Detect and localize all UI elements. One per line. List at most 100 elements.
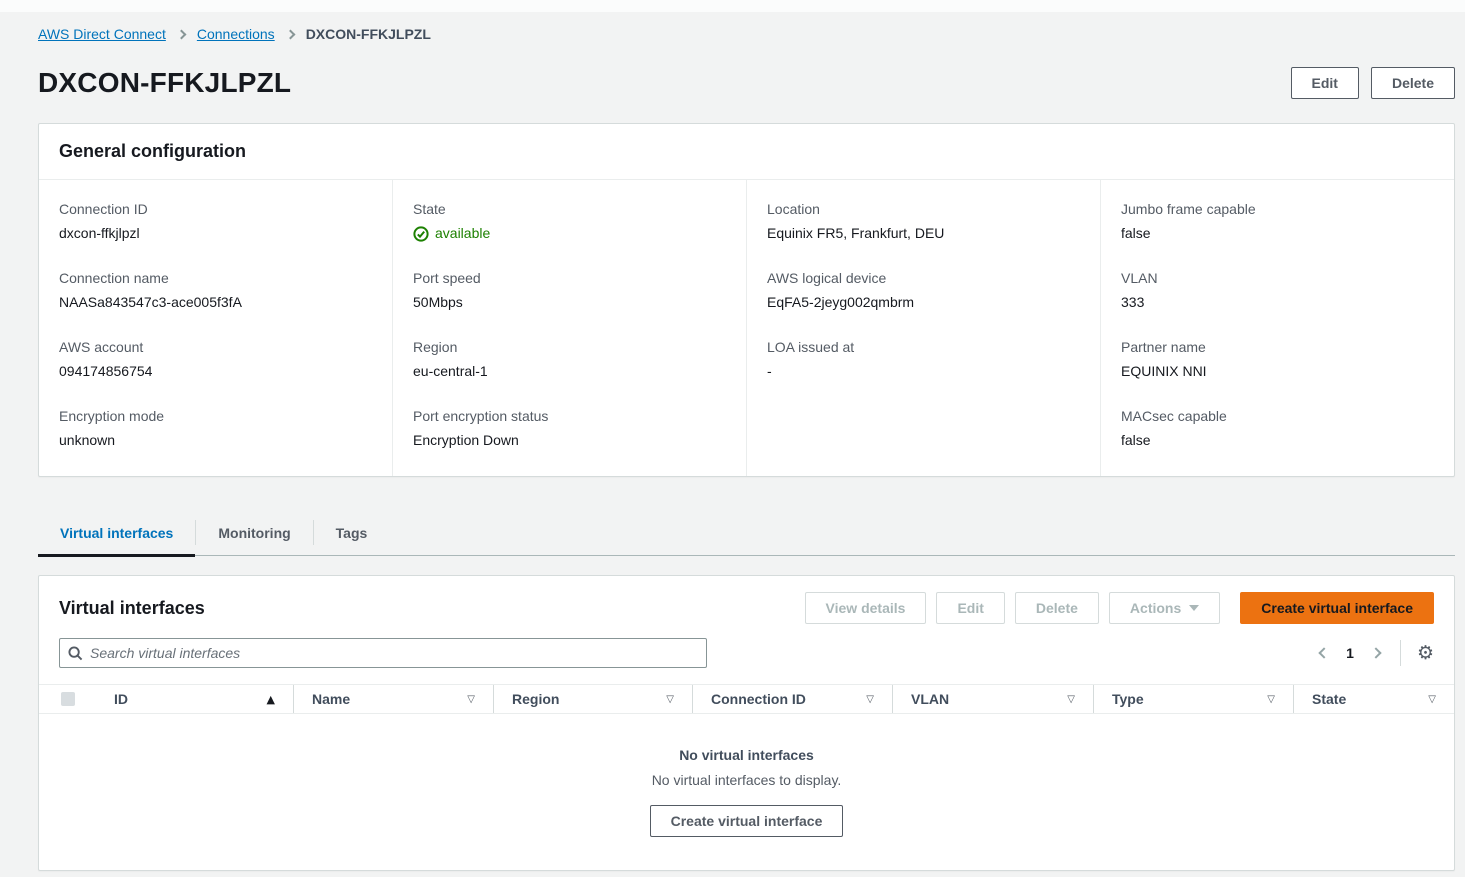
field-label: Jumbo frame capable [1121, 200, 1434, 219]
search-icon [68, 646, 83, 661]
field-label: VLAN [1121, 269, 1434, 288]
field-value: EqFA5-2jeyg002qmbrm [767, 293, 1080, 312]
field-label: MACsec capable [1121, 407, 1434, 426]
field-label: Port encryption status [413, 407, 726, 426]
field-label: Connection ID [59, 200, 372, 219]
search-input[interactable] [90, 645, 698, 661]
column-label: ID [114, 691, 128, 707]
field-value: unknown [59, 431, 372, 450]
field-value: 50Mbps [413, 293, 726, 312]
field-macsec-capable: MACsec capable false [1121, 407, 1434, 450]
empty-state-message: No virtual interfaces to display. [39, 772, 1454, 788]
field-label: Partner name [1121, 338, 1434, 357]
field-label: Location [767, 200, 1080, 219]
pagination: 1 ⚙ [1316, 640, 1434, 666]
edit-vif-button[interactable]: Edit [936, 592, 1004, 624]
virtual-interfaces-title: Virtual interfaces [59, 598, 205, 619]
previous-page-button[interactable] [1316, 645, 1332, 661]
breadcrumb-separator-icon [176, 29, 186, 39]
column-label: Connection ID [711, 691, 806, 707]
field-port-encryption-status: Port encryption status Encryption Down [413, 407, 726, 450]
field-value: false [1121, 431, 1434, 450]
view-details-button[interactable]: View details [805, 592, 927, 624]
sort-icon: ▽ [1267, 694, 1275, 705]
empty-create-virtual-interface-button[interactable]: Create virtual interface [650, 805, 844, 837]
field-connection-name: Connection name NAASa843547c3-ace005f3fA [59, 269, 372, 312]
delete-connection-button[interactable]: Delete [1371, 67, 1455, 99]
create-virtual-interface-button[interactable]: Create virtual interface [1240, 592, 1434, 624]
tab-monitoring[interactable]: Monitoring [196, 510, 312, 555]
delete-vif-button[interactable]: Delete [1015, 592, 1099, 624]
tab-tags[interactable]: Tags [314, 510, 390, 555]
field-value: 333 [1121, 293, 1434, 312]
breadcrumb-connections[interactable]: Connections [197, 26, 275, 42]
field-value: EQUINIX NNI [1121, 362, 1434, 381]
column-header-name[interactable]: Name ▽ [293, 685, 493, 713]
tab-bar: Virtual interfaces Monitoring Tags [38, 510, 1455, 556]
field-label: LOA issued at [767, 338, 1080, 357]
sort-icon: ▽ [467, 694, 475, 705]
column-header-vlan[interactable]: VLAN ▽ [892, 685, 1093, 713]
next-page-button[interactable] [1368, 645, 1384, 661]
select-all-checkbox[interactable] [39, 685, 96, 713]
state-value: available [435, 224, 490, 243]
field-label: Port speed [413, 269, 726, 288]
field-value: Equinix FR5, Frankfurt, DEU [767, 224, 1080, 243]
column-header-state[interactable]: State ▽ [1293, 685, 1454, 713]
actions-label: Actions [1130, 600, 1181, 616]
breadcrumb-aws-direct-connect[interactable]: AWS Direct Connect [38, 26, 166, 42]
tab-virtual-interfaces[interactable]: Virtual interfaces [38, 510, 195, 555]
empty-state-title: No virtual interfaces [39, 747, 1454, 763]
column-header-id[interactable]: ID ▲ [96, 685, 293, 713]
table-header-row: ID ▲ Name ▽ Region ▽ Connection ID ▽ VLA… [39, 684, 1454, 714]
column-label: Region [512, 691, 559, 707]
sort-icon: ▽ [666, 694, 674, 705]
field-label: Encryption mode [59, 407, 372, 426]
column-header-region[interactable]: Region ▽ [493, 685, 692, 713]
field-connection-id: Connection ID dxcon-ffkjlpzl [59, 200, 372, 243]
edit-connection-button[interactable]: Edit [1291, 67, 1359, 99]
breadcrumb: AWS Direct Connect Connections DXCON-FFK… [38, 23, 1455, 45]
virtual-interfaces-panel: Virtual interfaces View details Edit Del… [38, 575, 1455, 871]
field-aws-account: AWS account 094174856754 [59, 338, 372, 381]
field-value: false [1121, 224, 1434, 243]
field-jumbo-frame-capable: Jumbo frame capable false [1121, 200, 1434, 243]
chevron-left-icon [1318, 647, 1329, 658]
field-value: Encryption Down [413, 431, 726, 450]
field-encryption-mode: Encryption mode unknown [59, 407, 372, 450]
breadcrumb-current: DXCON-FFKJLPZL [306, 26, 431, 42]
actions-dropdown-button[interactable]: Actions [1109, 592, 1220, 624]
field-aws-logical-device: AWS logical device EqFA5-2jeyg002qmbrm [767, 269, 1080, 312]
column-header-connection-id[interactable]: Connection ID ▽ [692, 685, 892, 713]
field-location: Location Equinix FR5, Frankfurt, DEU [767, 200, 1080, 243]
field-state: State available [413, 200, 726, 243]
field-region: Region eu-central-1 [413, 338, 726, 381]
chevron-down-icon [1189, 605, 1199, 611]
general-column-3: Location Equinix FR5, Frankfurt, DEU AWS… [746, 180, 1100, 476]
sort-icon: ▽ [1428, 694, 1436, 705]
column-label: State [1312, 691, 1346, 707]
field-label: State [413, 200, 726, 219]
page-title: DXCON-FFKJLPZL [38, 67, 291, 99]
field-loa-issued-at: LOA issued at - [767, 338, 1080, 381]
page-header: DXCON-FFKJLPZL Edit Delete [38, 67, 1455, 99]
success-check-icon [413, 226, 429, 242]
empty-state: No virtual interfaces No virtual interfa… [39, 714, 1454, 870]
field-label: AWS logical device [767, 269, 1080, 288]
current-page-number[interactable]: 1 [1346, 645, 1354, 661]
general-configuration-panel: General configuration Connection ID dxco… [38, 123, 1455, 477]
column-header-type[interactable]: Type ▽ [1093, 685, 1293, 713]
sort-icon: ▽ [1067, 694, 1075, 705]
table-toolbar: 1 ⚙ [39, 638, 1454, 684]
general-configuration-header: General configuration [39, 124, 1454, 180]
column-label: Type [1112, 691, 1144, 707]
checkbox-icon [61, 692, 75, 706]
column-label: VLAN [911, 691, 949, 707]
table-settings-gear-icon[interactable]: ⚙ [1417, 644, 1434, 663]
search-box [59, 638, 707, 668]
field-value: dxcon-ffkjlpzl [59, 224, 372, 243]
field-partner-name: Partner name EQUINIX NNI [1121, 338, 1434, 381]
field-value: eu-central-1 [413, 362, 726, 381]
field-value: 094174856754 [59, 362, 372, 381]
general-column-2: State available Port speed 50Mbps [392, 180, 746, 476]
